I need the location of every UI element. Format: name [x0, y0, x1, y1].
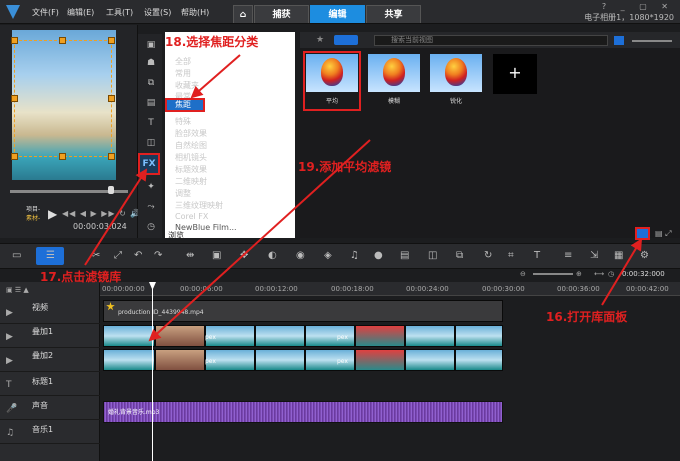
annotation-step16: 16.打开库面板	[546, 310, 628, 324]
annotation-step18: 18.选择焦距分类	[165, 35, 259, 49]
annotation-step17: 17.点击滤镜库	[40, 270, 122, 284]
annotation-arrows	[84, 54, 643, 342]
annotation-step19: 19.添加平均滤镜	[298, 160, 392, 174]
